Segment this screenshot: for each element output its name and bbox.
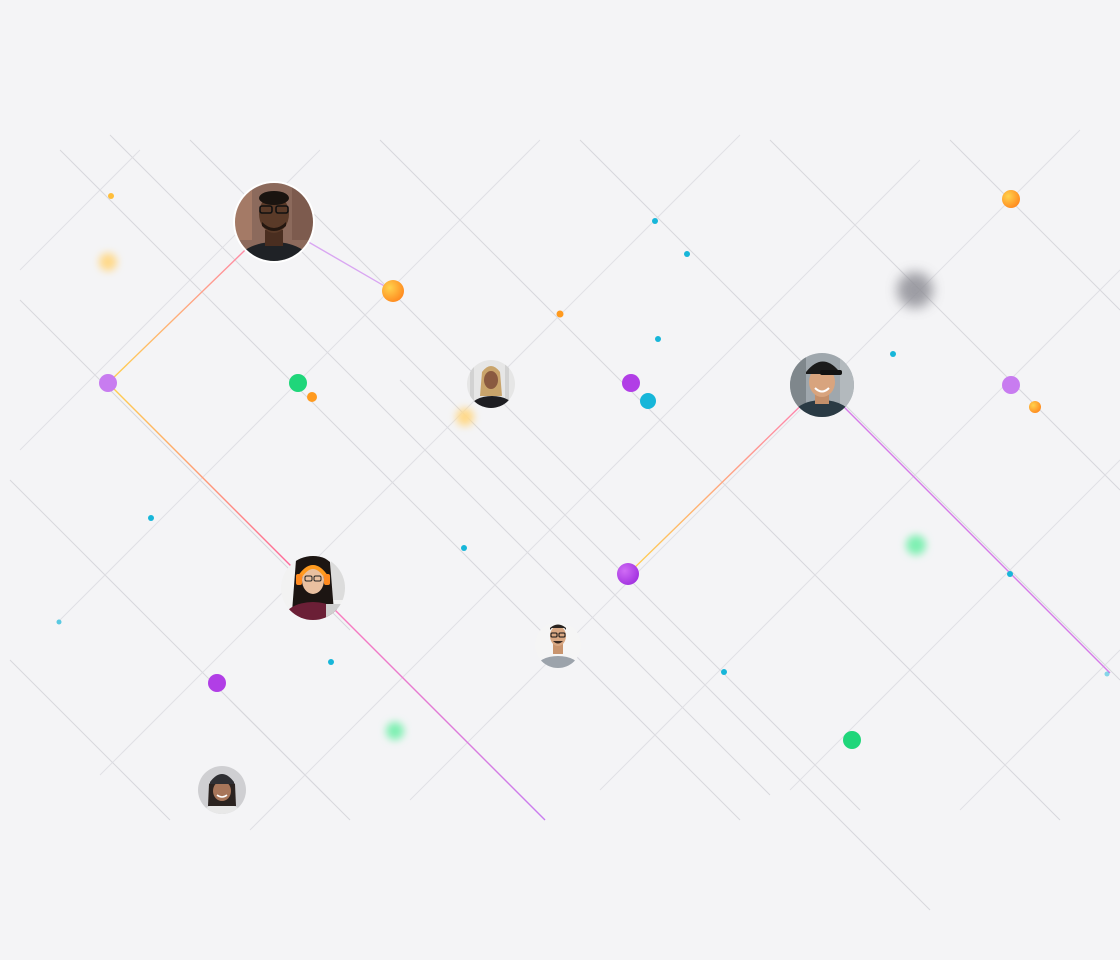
node-yellow-tiny bbox=[108, 193, 114, 199]
connection-network-graphic bbox=[9, 129, 1120, 911]
avatar-man-black-cap bbox=[790, 353, 854, 417]
node-purple-large bbox=[617, 563, 639, 585]
node-purple bbox=[208, 674, 226, 692]
avatar-man-glasses-black-hoodie bbox=[233, 181, 315, 263]
node-orange bbox=[1002, 190, 1020, 208]
avatar-woman-orange-headphones bbox=[281, 556, 345, 620]
network-illustration bbox=[0, 0, 1120, 960]
node-orange-large bbox=[382, 280, 404, 302]
node-orange-small bbox=[307, 392, 317, 402]
node-orange-small bbox=[1029, 401, 1041, 413]
node-purple bbox=[99, 374, 117, 392]
avatar-woman-braids-white-bg bbox=[467, 360, 515, 408]
node-green bbox=[843, 731, 861, 749]
node-purple bbox=[1002, 376, 1020, 394]
node-orange-tiny bbox=[556, 310, 564, 318]
node-green bbox=[289, 374, 307, 392]
grid-lines-descending bbox=[9, 134, 1120, 911]
node-purple bbox=[622, 374, 640, 392]
highlighted-connections bbox=[107, 221, 1111, 821]
avatar-man-glasses-grey-shirt bbox=[535, 622, 581, 668]
avatar-woman-beanie-smiling bbox=[198, 766, 246, 814]
grid-lines-ascending bbox=[19, 129, 1120, 831]
node-cyan bbox=[640, 393, 656, 409]
